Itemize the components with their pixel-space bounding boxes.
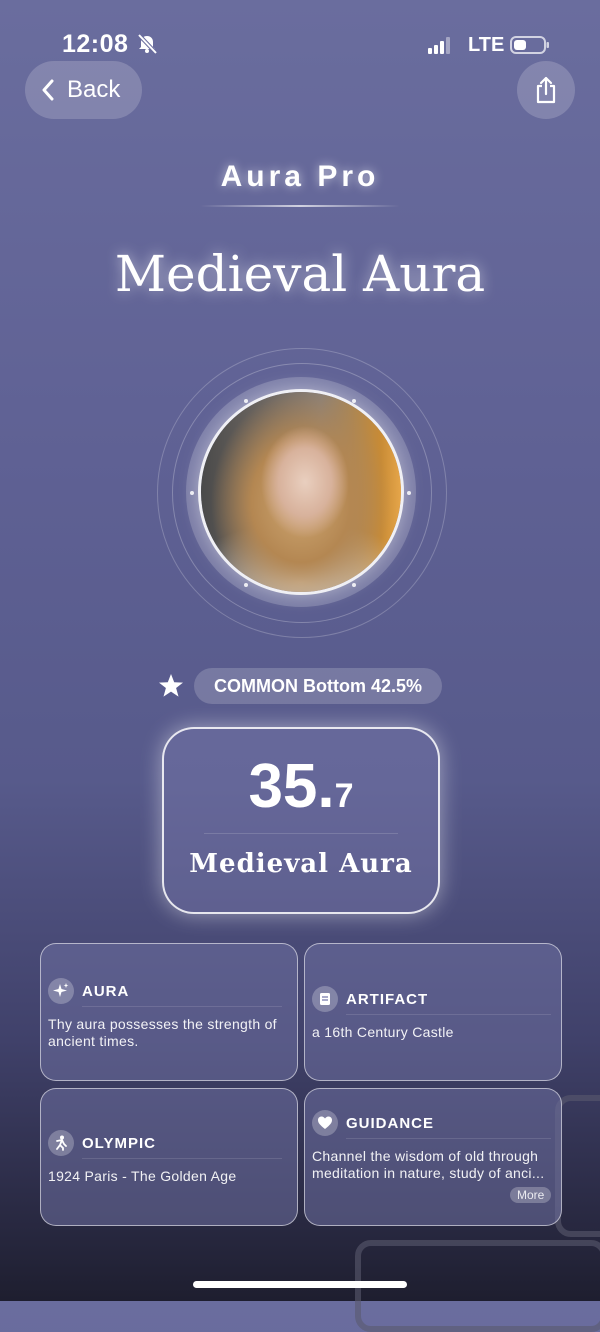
card-divider [82, 1006, 282, 1007]
share-icon [536, 76, 556, 104]
guidance-card[interactable]: GUIDANCE Channel the wisdom of old throu… [304, 1088, 562, 1226]
ring-dot [244, 399, 248, 403]
card-divider [82, 1158, 282, 1159]
card-text: a 16th Century Castle [312, 1024, 454, 1040]
card-text: Thy aura possesses the strength of ancie… [48, 1016, 277, 1049]
network-label: LTE [468, 34, 505, 56]
aura-card[interactable]: AURA Thy aura possesses the strength of … [40, 943, 298, 1081]
artifact-card[interactable]: ARTIFACT a 16th Century Castle [304, 943, 562, 1081]
sparkle-icon [48, 978, 74, 1004]
heart-icon [312, 1110, 338, 1136]
ring-dot [352, 583, 356, 587]
ring-dot [190, 491, 194, 495]
score-card: 35.7 Medieval Aura [162, 727, 440, 914]
ring-dot [352, 399, 356, 403]
score-divider [204, 833, 398, 834]
card-text: Channel the wisdom of old through medita… [312, 1148, 545, 1181]
status-time: 12:08 [62, 30, 129, 58]
card-title: GUIDANCE [346, 1115, 435, 1132]
share-button[interactable] [517, 61, 575, 119]
card-title: OLYMPIC [82, 1135, 156, 1152]
ring-dot [244, 583, 248, 587]
more-button[interactable]: More [510, 1187, 552, 1203]
home-indicator[interactable] [193, 1281, 407, 1288]
score-integer: 35. [248, 752, 335, 821]
ring-dot [407, 491, 411, 495]
app-title: Aura Pro [220, 160, 380, 193]
title-divider [200, 205, 400, 207]
battery-icon [510, 36, 549, 54]
bell-muted-icon [137, 33, 158, 55]
card-title: AURA [82, 983, 130, 1000]
score-value: 35.7 [164, 751, 438, 822]
score-label: Medieval Aura [189, 849, 413, 879]
avatar [201, 392, 401, 592]
rarity-badge: COMMON Bottom 42.5% [194, 668, 442, 704]
signal-icon [428, 37, 450, 54]
olympic-card[interactable]: OLYMPIC 1924 Paris - The Golden Age [40, 1088, 298, 1226]
scroll-icon [312, 986, 338, 1012]
page-title: Medieval Aura [114, 245, 486, 303]
score-decimal: 7 [334, 777, 354, 815]
card-divider [346, 1014, 551, 1015]
card-title: ARTIFACT [346, 991, 429, 1008]
star-icon [159, 674, 183, 697]
back-button[interactable]: Back [25, 61, 142, 119]
card-text: 1924 Paris - The Golden Age [48, 1168, 237, 1184]
chevron-left-icon [42, 79, 54, 101]
back-label: Back [67, 76, 121, 103]
card-divider [346, 1138, 551, 1139]
athlete-icon [48, 1130, 74, 1156]
